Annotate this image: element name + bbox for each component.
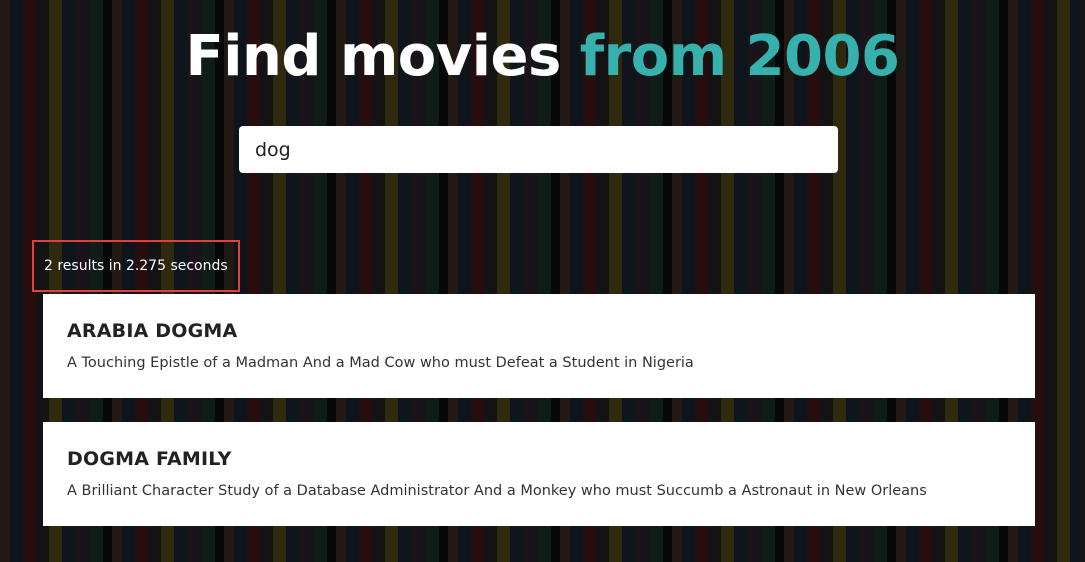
result-title: DOGMA FAMILY [67, 448, 232, 470]
results-count-label: 2 results in 2.275 seconds [32, 240, 240, 292]
page-title-accent: from 2006 [579, 24, 900, 89]
result-description: A Touching Epistle of a Madman And a Mad… [67, 355, 694, 371]
result-card[interactable]: DOGMA FAMILY A Brilliant Character Study… [43, 422, 1035, 526]
result-card[interactable]: ARABIA DOGMA A Touching Epistle of a Mad… [43, 294, 1035, 398]
page-title-main: Find movies [185, 24, 562, 89]
page-title: Find movies from 2006 [0, 22, 1085, 92]
search-input[interactable] [239, 126, 838, 173]
result-title: ARABIA DOGMA [67, 320, 238, 342]
result-description: A Brilliant Character Study of a Databas… [67, 483, 927, 499]
